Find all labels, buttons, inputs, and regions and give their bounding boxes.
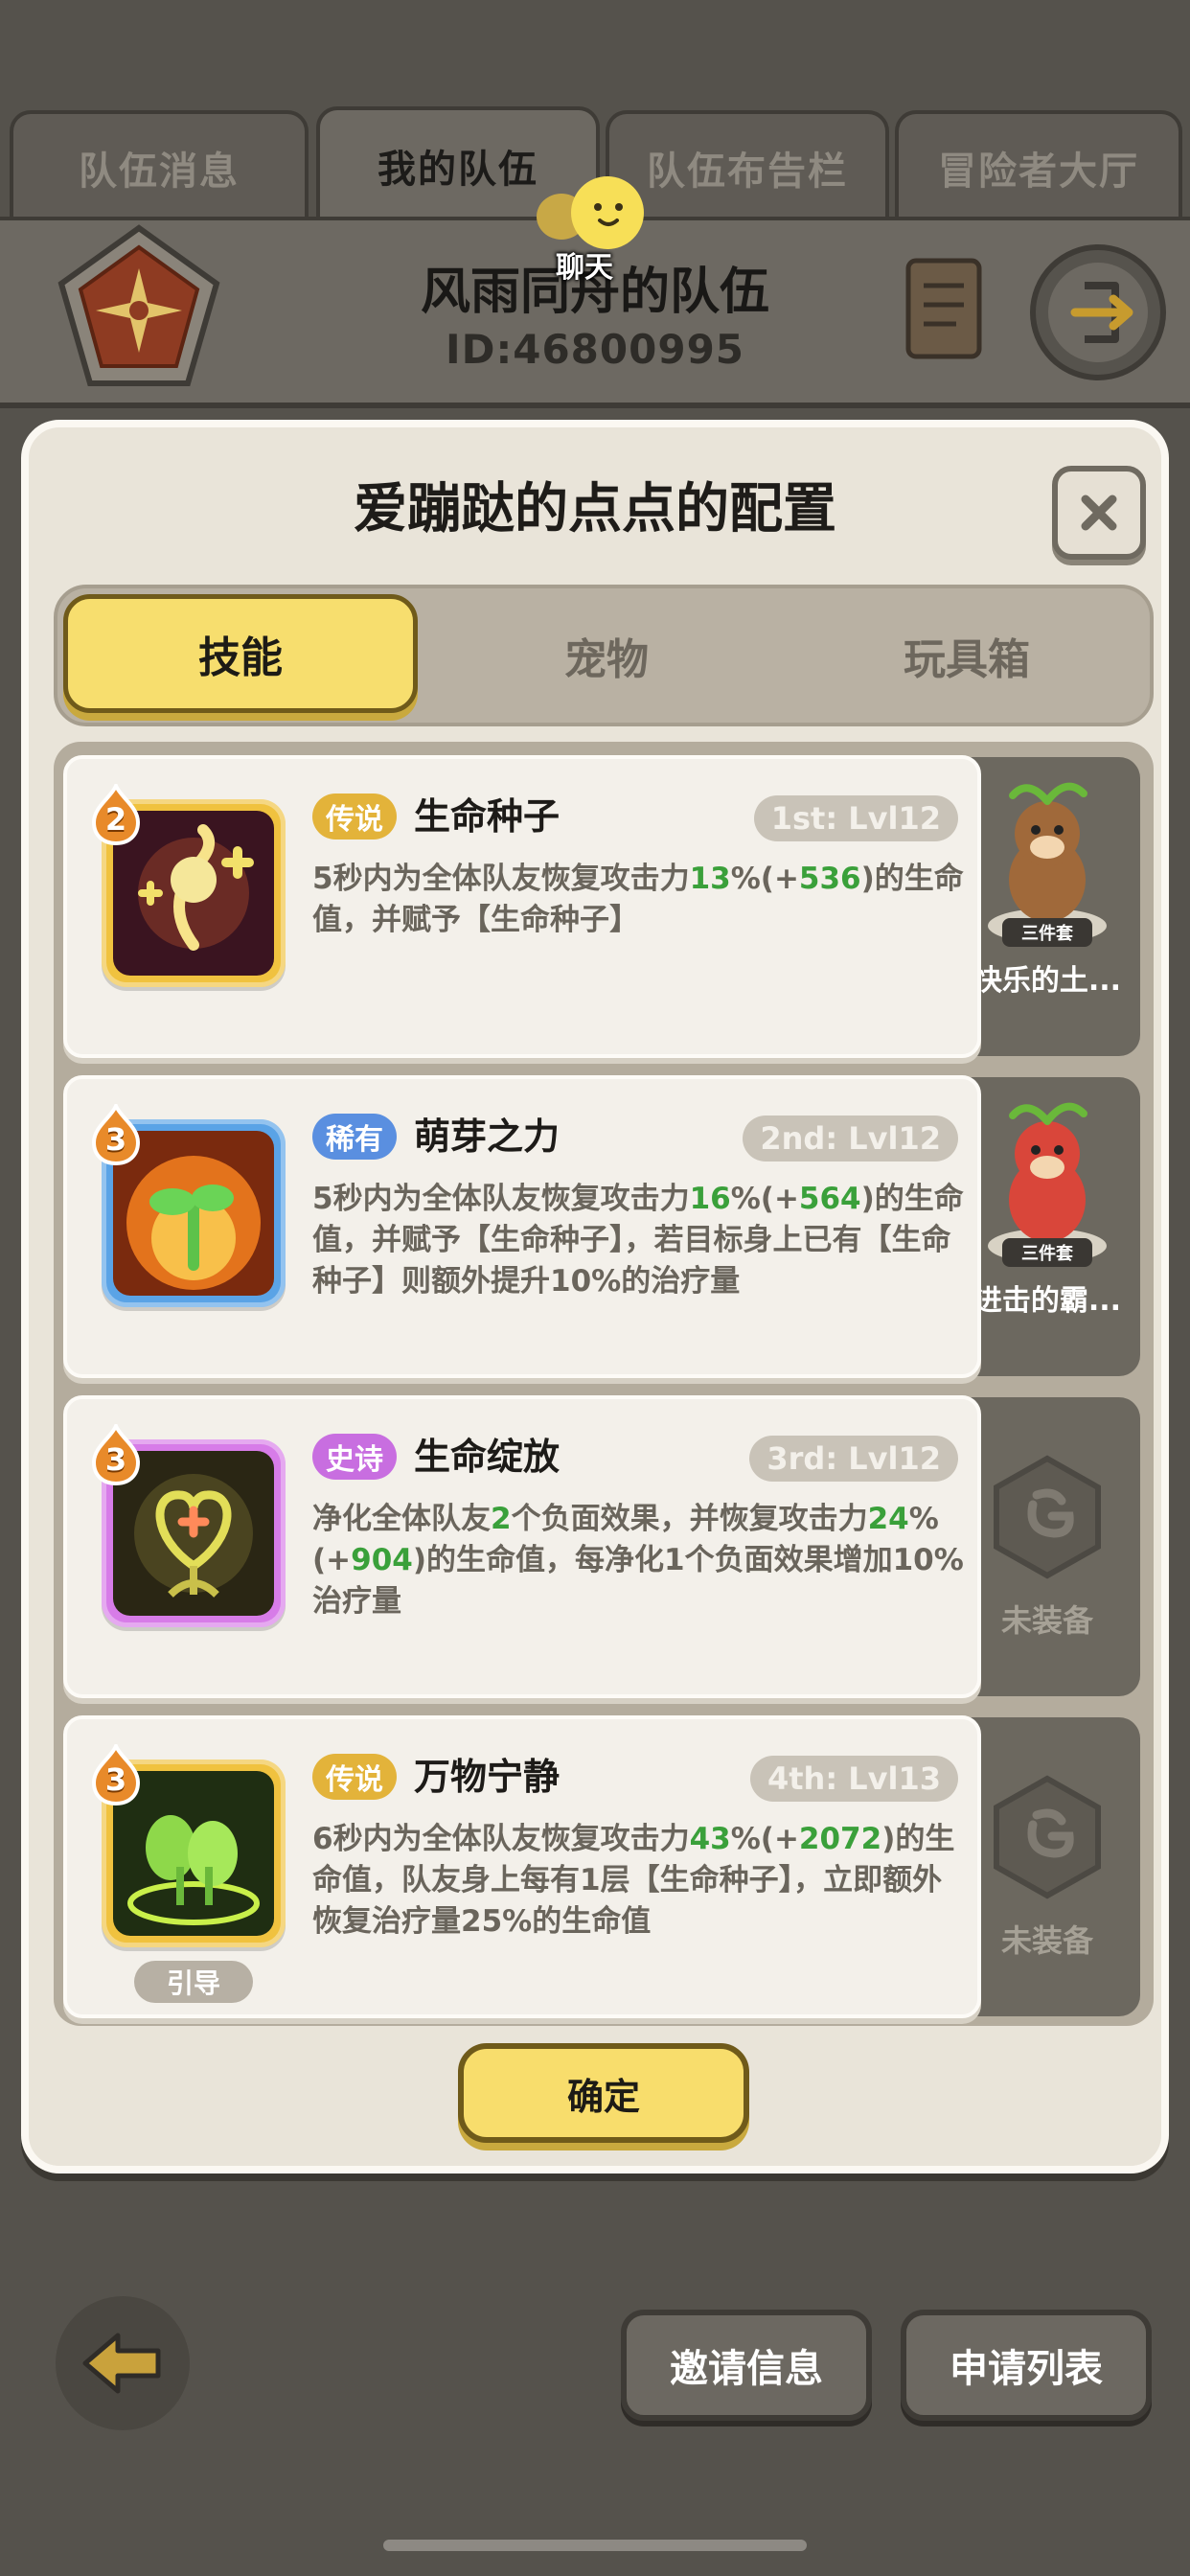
pet-unequipped-label: 未装备 bbox=[1000, 1602, 1093, 1639]
dialog-title: 爱蹦跶的点点的配置 bbox=[354, 478, 836, 540]
pet-slot[interactable]: 未装备 bbox=[954, 1397, 1140, 1696]
confirm-button[interactable]: 确定 bbox=[458, 2043, 749, 2143]
skill-level-number: 3 bbox=[104, 1441, 127, 1478]
tab-pets[interactable]: 宠物 bbox=[427, 588, 786, 723]
rarity-badge: 传说 bbox=[312, 794, 397, 840]
invite-info-button[interactable]: 邀请信息 bbox=[621, 2310, 872, 2421]
skill-text: %(+ bbox=[730, 862, 799, 896]
set-badge: 三件套 bbox=[1002, 918, 1092, 947]
set-badge: 三件套 bbox=[1002, 1238, 1092, 1267]
empty-pet-slot-icon bbox=[994, 1775, 1101, 1899]
tab-toybox[interactable]: 玩具箱 bbox=[788, 588, 1146, 723]
pet-unequipped-label: 未装备 bbox=[1000, 1922, 1093, 1959]
tab-skills[interactable]: 技能 bbox=[63, 594, 418, 713]
skill-value: 564 bbox=[798, 1182, 861, 1216]
skill-value: 2 bbox=[491, 1502, 512, 1536]
skill-name: 生命绽放 bbox=[414, 1436, 561, 1478]
skill-description: 净化全体队友2个负面效果，并恢复攻击力24%(+904)的生命值，每净化1个负面… bbox=[312, 1499, 964, 1622]
back-button[interactable] bbox=[56, 2296, 190, 2430]
rarity-badge: 传说 bbox=[312, 1754, 397, 1800]
skill-text: %(+ bbox=[730, 1822, 799, 1856]
skill-name: 生命种子 bbox=[414, 795, 561, 838]
exit-team-icon[interactable] bbox=[1027, 242, 1169, 383]
apply-list-button[interactable]: 申请列表 bbox=[901, 2310, 1152, 2421]
skill-row: 三件套快乐的土... 2 传说 生命种子 1st: Lvl12 5秒内为全体队友恢复攻击力… bbox=[54, 748, 1154, 1058]
skill-value: 904 bbox=[351, 1543, 413, 1577]
tab-adventurer-hall[interactable]: 冒险者大厅 bbox=[895, 110, 1182, 220]
skill-description: 5秒内为全体队友恢复攻击力16%(+564)的生命值，并赋予【生命种子】，若目标… bbox=[312, 1179, 964, 1302]
rarity-badge: 史诗 bbox=[312, 1434, 397, 1480]
close-icon bbox=[1081, 494, 1117, 531]
channel-tag: 引导 bbox=[134, 1961, 253, 2003]
skill-text: 6秒内为全体队友恢复攻击力 bbox=[312, 1822, 690, 1856]
skill-slot-level: 4th: Lvl13 bbox=[749, 1756, 958, 1802]
skill-card[interactable]: 3 传说 万物宁静 4th: Lvl13 6秒内为全体队友恢复攻击力43%(+2072)… bbox=[63, 1715, 981, 2018]
skill-level-number: 3 bbox=[104, 1761, 127, 1798]
skill-slot-level: 3rd: Lvl12 bbox=[749, 1436, 958, 1482]
skill-card[interactable]: 3 稀有 萌芽之力 2nd: Lvl12 5秒内为全体队友恢复攻击力16%(+564)的… bbox=[63, 1075, 981, 1378]
empty-pet-slot-icon bbox=[994, 1455, 1101, 1579]
skill-level-number: 2 bbox=[104, 801, 127, 838]
scroll-icon[interactable] bbox=[901, 251, 987, 366]
skill-level-badge: 2 bbox=[90, 780, 142, 846]
skill-name: 万物宁静 bbox=[414, 1756, 561, 1798]
back-arrow-icon bbox=[82, 2333, 161, 2394]
tab-team-messages[interactable]: 队伍消息 bbox=[10, 110, 309, 220]
skill-list: 三件套 快乐的土... 2 传说 生命种子 1st: Lvl12 5秒内为全体队友恢复攻击力… bbox=[54, 742, 1154, 2026]
pet-slot[interactable]: 三件套进击的霸... bbox=[954, 1077, 1140, 1376]
skill-card[interactable]: 2 传说 生命种子 1st: Lvl12 5秒内为全体队友恢复攻击力13%(+536)的… bbox=[63, 755, 981, 1058]
pet-name: 快乐的土... bbox=[973, 964, 1122, 998]
skill-value: 16 bbox=[689, 1182, 731, 1216]
skill-description: 6秒内为全体队友恢复攻击力43%(+2072)的生命值，队友身上每有1层【生命种… bbox=[312, 1819, 964, 1943]
skill-value: 24 bbox=[867, 1502, 909, 1536]
skill-card[interactable]: 3 史诗 生命绽放 3rd: Lvl12 净化全体队友2个负面效果，并恢复攻击力24%(… bbox=[63, 1395, 981, 1698]
skill-level-badge: 3 bbox=[90, 1100, 142, 1166]
category-tabs: 技能 宠物 玩具箱 bbox=[54, 585, 1154, 726]
skill-text: 5秒内为全体队友恢复攻击力 bbox=[312, 1182, 690, 1216]
loadout-dialog: 爱蹦跶的点点的配置 技能 宠物 玩具箱 三件套 快乐的土... 2 传说 生命种子 1st… bbox=[21, 420, 1169, 2174]
team-id: ID:46800995 bbox=[445, 326, 745, 373]
rarity-badge: 稀有 bbox=[312, 1114, 397, 1160]
close-button[interactable] bbox=[1052, 466, 1146, 560]
skill-level-number: 3 bbox=[104, 1121, 127, 1158]
chat-label: 聊天 bbox=[556, 251, 613, 285]
skill-text: 净化全体队友 bbox=[312, 1502, 491, 1536]
skill-text: %(+ bbox=[730, 1182, 799, 1216]
skill-text: 5秒内为全体队友恢复攻击力 bbox=[312, 862, 690, 896]
skill-value: 536 bbox=[798, 862, 861, 896]
skill-level-badge: 3 bbox=[90, 1740, 142, 1806]
skill-row: 三件套进击的霸... 3 稀有 萌芽之力 2nd: Lvl12 5秒内为全体队友恢复攻击力… bbox=[54, 1068, 1154, 1378]
home-indicator bbox=[383, 2540, 807, 2551]
skill-value: 2072 bbox=[798, 1822, 882, 1856]
skill-slot-level: 1st: Lvl12 bbox=[753, 795, 958, 841]
skill-row: 未装备 3 传说 万物宁静 4th: Lvl13 6秒内为全体队友恢复攻击力43%(+20… bbox=[54, 1708, 1154, 2018]
skill-name: 萌芽之力 bbox=[414, 1116, 561, 1158]
pet-slot[interactable]: 三件套快乐的土... bbox=[954, 757, 1140, 1056]
pet-name: 进击的霸... bbox=[973, 1284, 1122, 1318]
skill-text: 个负面效果，并恢复攻击力 bbox=[511, 1502, 868, 1536]
skill-description: 5秒内为全体队友恢复攻击力13%(+536)的生命值，并赋予【生命种子】 bbox=[312, 859, 964, 941]
skill-slot-level: 2nd: Lvl12 bbox=[743, 1116, 958, 1162]
skill-level-badge: 3 bbox=[90, 1420, 142, 1486]
skill-row: 未装备 3 史诗 生命绽放 3rd: Lvl12 净化全体队友2个负面效果，并恢复攻击力2… bbox=[54, 1388, 1154, 1698]
skill-value: 13 bbox=[689, 862, 731, 896]
skill-value: 43 bbox=[689, 1822, 731, 1856]
pet-slot[interactable]: 未装备 bbox=[954, 1717, 1140, 2016]
